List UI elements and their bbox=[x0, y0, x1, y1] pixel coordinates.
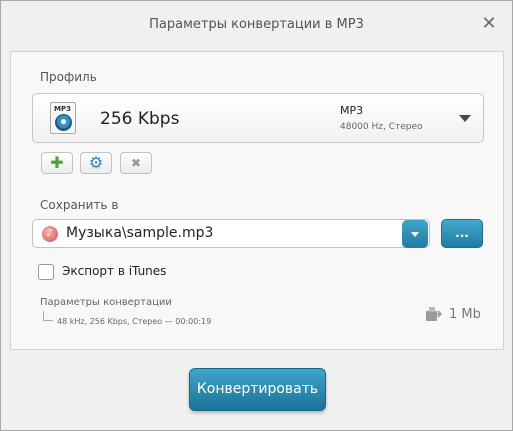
title-bar: Параметры конвертации в MP3 ✕ bbox=[1, 1, 512, 51]
disc-icon bbox=[55, 114, 72, 131]
mp3-file-icon-tag: MP3 bbox=[54, 105, 71, 113]
tree-connector bbox=[43, 311, 53, 321]
save-path-field[interactable]: ♪ Музыка\sample.mp3 bbox=[32, 219, 430, 248]
save-path-value: Музыка\sample.mp3 bbox=[66, 225, 214, 241]
itunes-export-label[interactable]: Экспорт в iTunes bbox=[62, 264, 166, 278]
close-icon[interactable]: ✕ bbox=[480, 15, 498, 33]
window-title: Параметры конвертации в MP3 bbox=[149, 17, 364, 32]
save-path-dropdown-button[interactable] bbox=[402, 220, 428, 248]
delete-profile-button[interactable]: ✖ bbox=[120, 152, 152, 174]
conversion-settings-window: Параметры конвертации в MP3 ✕ Профиль MP… bbox=[0, 0, 513, 431]
itunes-export-checkbox[interactable] bbox=[38, 264, 54, 280]
mp3-file-icon: MP3 bbox=[50, 102, 76, 134]
format-detail: 48000 Hz, Стерео bbox=[340, 122, 423, 132]
plus-icon: ✚ bbox=[50, 153, 64, 172]
music-icon: ♪ bbox=[42, 226, 58, 242]
conversion-summary-detail: 48 kHz, 256 Kbps, Стерео — 00:00:19 bbox=[57, 317, 212, 326]
chevron-down-icon[interactable] bbox=[459, 115, 471, 122]
file-size-icon bbox=[426, 307, 442, 321]
convert-button[interactable]: Конвертировать bbox=[189, 368, 326, 411]
estimated-size: 1 Mb bbox=[449, 307, 481, 322]
browse-button[interactable]: ... bbox=[441, 219, 483, 248]
delete-icon: ✖ bbox=[130, 156, 142, 170]
format-name: MP3 bbox=[340, 104, 364, 117]
conversion-summary-title: Параметры конвертации bbox=[40, 297, 172, 308]
add-profile-button[interactable]: ✚ bbox=[41, 152, 73, 174]
profile-dropdown[interactable]: MP3 256 Kbps MP3 48000 Hz, Стерео bbox=[32, 93, 484, 143]
profile-label: Профиль bbox=[40, 70, 97, 84]
settings-panel: Профиль MP3 256 Kbps MP3 48000 Hz, Стере… bbox=[10, 51, 504, 350]
edit-profile-button[interactable]: ⚙ bbox=[80, 152, 112, 174]
chevron-down-icon bbox=[411, 232, 419, 237]
save-label: Сохранить в bbox=[40, 198, 119, 212]
profile-name: 256 Kbps bbox=[100, 109, 180, 129]
gear-icon: ⚙ bbox=[88, 153, 104, 172]
